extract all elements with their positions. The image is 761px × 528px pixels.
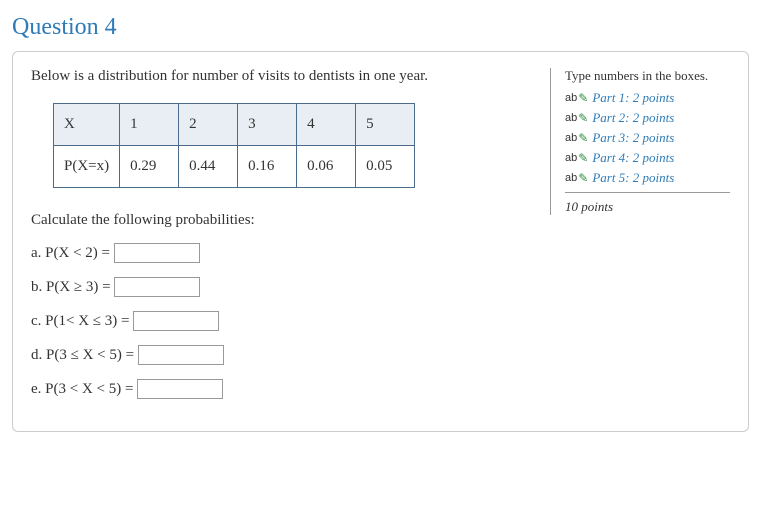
item-e: e. P(3 < X < 5) = xyxy=(31,379,532,399)
edit-icon: ab✎ xyxy=(565,171,588,185)
answer-a-input[interactable] xyxy=(114,243,200,263)
table-cell: 1 xyxy=(120,104,179,146)
edit-icon: ab✎ xyxy=(565,151,588,165)
table-cell: X xyxy=(54,104,120,146)
edit-icon: ab✎ xyxy=(565,111,588,125)
distribution-table: X 1 2 3 4 5 P(X=x) 0.29 0.44 0.16 0.06 0… xyxy=(53,103,415,188)
total-points: 10 points xyxy=(565,192,730,215)
item-c-label: c. P(1< X ≤ 3) = xyxy=(31,313,129,329)
item-a: a. P(X < 2) = xyxy=(31,243,532,263)
question-title: Question 4 xyxy=(12,14,749,41)
item-b: b. P(X ≥ 3) = xyxy=(31,277,532,297)
part-3-label: Part 3: 2 points xyxy=(592,130,674,146)
answer-c-input[interactable] xyxy=(133,311,219,331)
edit-icon: ab✎ xyxy=(565,91,588,105)
part-2-label: Part 2: 2 points xyxy=(592,110,674,126)
item-c: c. P(1< X ≤ 3) = xyxy=(31,311,532,331)
table-cell: 3 xyxy=(238,104,297,146)
part-4-label: Part 4: 2 points xyxy=(592,150,674,166)
table-cell: 0.05 xyxy=(356,146,415,188)
part-2: ab✎ Part 2: 2 points xyxy=(565,110,730,126)
answer-b-input[interactable] xyxy=(114,277,200,297)
table-cell: 0.29 xyxy=(120,146,179,188)
table-row: X 1 2 3 4 5 xyxy=(54,104,415,146)
table-row: P(X=x) 0.29 0.44 0.16 0.06 0.05 xyxy=(54,146,415,188)
answer-e-input[interactable] xyxy=(137,379,223,399)
item-b-label: b. P(X ≥ 3) = xyxy=(31,279,111,295)
calculate-prompt: Calculate the following probabilities: xyxy=(31,212,532,229)
table-cell: 0.06 xyxy=(297,146,356,188)
item-a-label: a. P(X < 2) = xyxy=(31,245,110,261)
item-e-label: e. P(3 < X < 5) = xyxy=(31,381,133,397)
item-d: d. P(3 ≤ X < 5) = xyxy=(31,345,532,365)
part-1: ab✎ Part 1: 2 points xyxy=(565,90,730,106)
table-cell: 2 xyxy=(179,104,238,146)
answer-d-input[interactable] xyxy=(138,345,224,365)
table-cell: 0.16 xyxy=(238,146,297,188)
prompt-text: Below is a distribution for number of vi… xyxy=(31,68,532,85)
main-column: Below is a distribution for number of vi… xyxy=(31,68,532,413)
part-3: ab✎ Part 3: 2 points xyxy=(565,130,730,146)
side-hint: Type numbers in the boxes. xyxy=(565,68,730,84)
part-5-label: Part 5: 2 points xyxy=(592,170,674,186)
part-1-label: Part 1: 2 points xyxy=(592,90,674,106)
edit-icon: ab✎ xyxy=(565,131,588,145)
table-cell: 0.44 xyxy=(179,146,238,188)
table-cell: P(X=x) xyxy=(54,146,120,188)
table-cell: 5 xyxy=(356,104,415,146)
part-5: ab✎ Part 5: 2 points xyxy=(565,170,730,186)
question-panel: Below is a distribution for number of vi… xyxy=(12,51,749,432)
item-d-label: d. P(3 ≤ X < 5) = xyxy=(31,347,134,363)
part-4: ab✎ Part 4: 2 points xyxy=(565,150,730,166)
side-column: Type numbers in the boxes. ab✎ Part 1: 2… xyxy=(550,68,730,215)
table-cell: 4 xyxy=(297,104,356,146)
